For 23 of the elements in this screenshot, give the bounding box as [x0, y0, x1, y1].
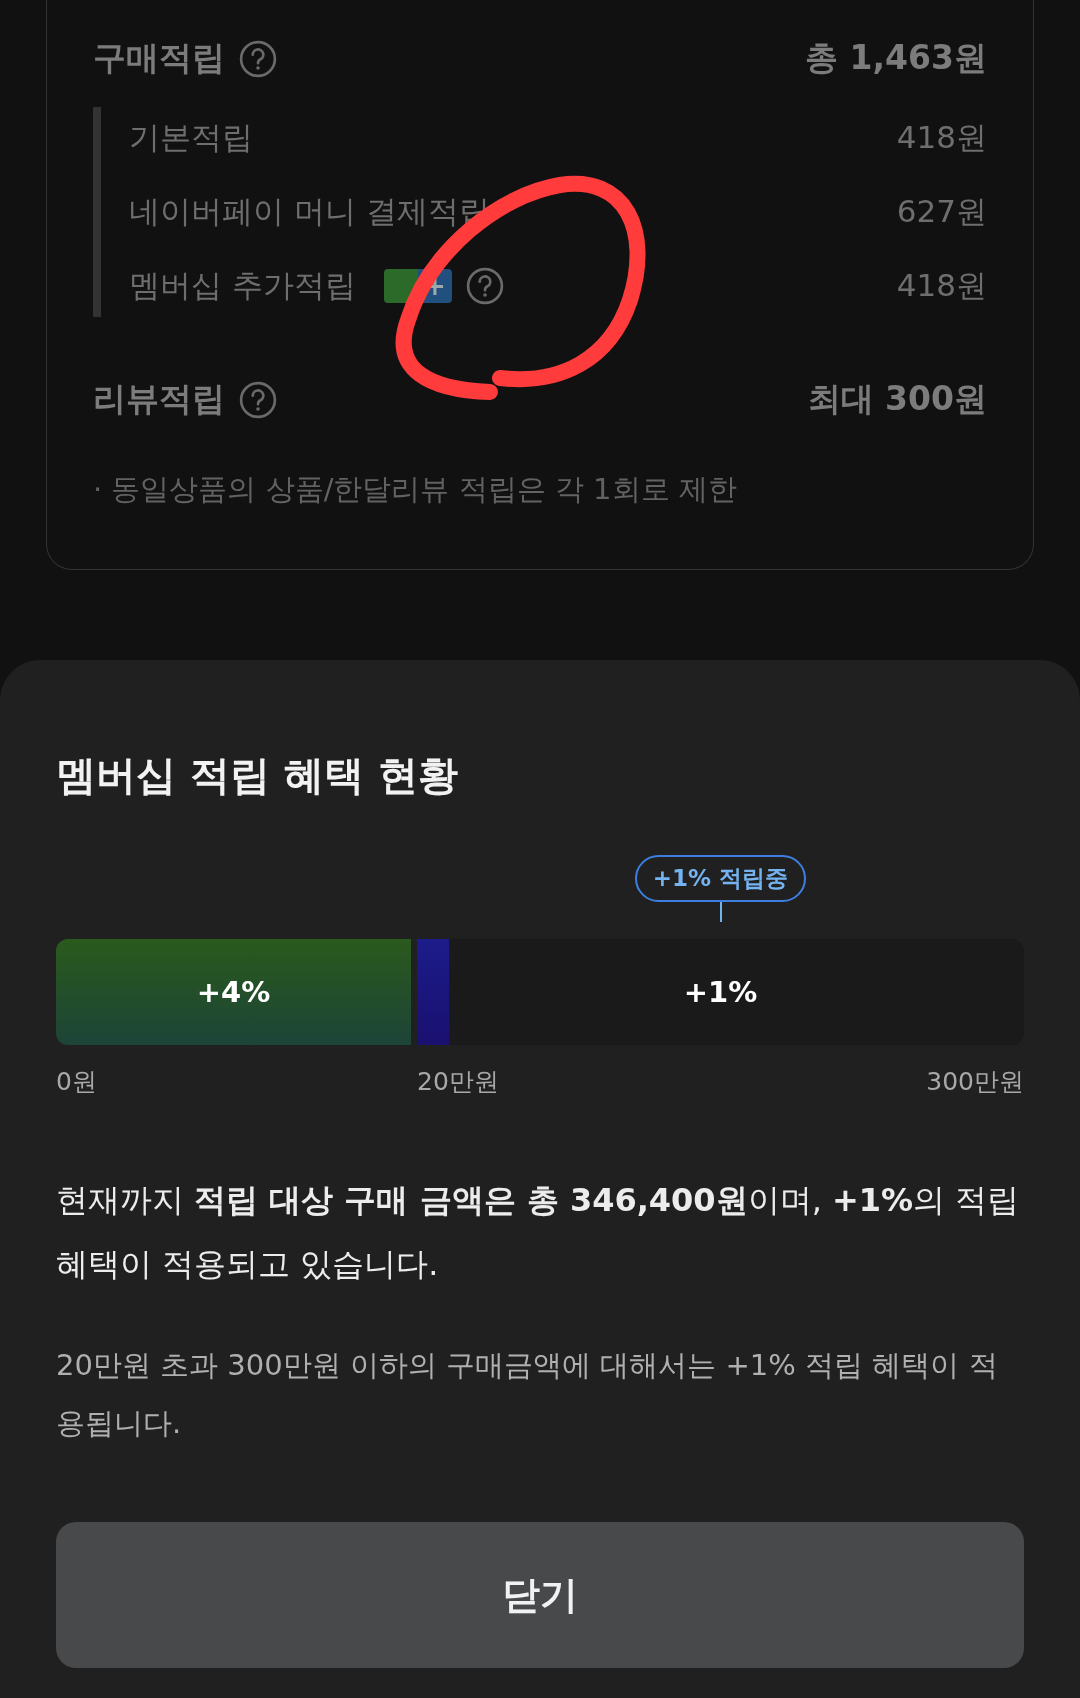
points-item-label: 멤버십 추가적립: [129, 266, 356, 305]
current-rate-badge: +1% 적립중: [634, 855, 807, 902]
summary-text: 현재까지 적립 대상 구매 금액은 총 346,400원이며, +1%의 적립 혜택이 적용되고 있습니다.: [56, 1180, 1021, 1285]
purchase-points-label: 구매적립: [93, 37, 225, 79]
axis-tick: 300만원: [926, 1066, 1024, 1098]
purchase-points-total: 총 1,463원: [805, 37, 987, 79]
axis-tick: 0원: [56, 1066, 98, 1098]
help-icon[interactable]: [239, 380, 277, 419]
help-icon[interactable]: [239, 39, 277, 78]
detail-text: 20만원 초과 300만원 이하의 구매금액에 대해서는 +1% 적립 혜택이 적용됩니다.: [56, 1347, 999, 1442]
rate-label: +1%: [683, 975, 758, 1009]
points-item-amount: 418원: [896, 266, 987, 305]
help-icon[interactable]: [465, 267, 504, 305]
review-points-label: 리뷰적립: [93, 378, 225, 420]
points-item-amount: 627원: [896, 192, 987, 231]
points-item-label: 기본적립: [129, 118, 253, 157]
axis-tick: 20만원: [417, 1066, 499, 1098]
close-button[interactable]: 닫기: [56, 1522, 1024, 1668]
review-note: · 동일상품의 상품/한달리뷰 적립은 각 1회로 제한: [93, 471, 738, 508]
review-points-max: 최대 300원: [807, 378, 987, 420]
points-item-amount: 418원: [896, 118, 987, 157]
rate-label: +4%: [196, 975, 271, 1009]
sheet-title: 멤버십 적립 혜택 현황: [56, 751, 459, 800]
